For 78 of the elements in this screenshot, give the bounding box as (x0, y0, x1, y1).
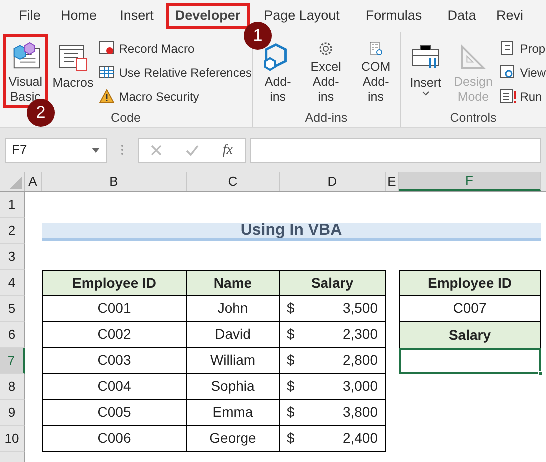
row-header[interactable]: 2 (0, 218, 25, 244)
ribbon-tab[interactable]: Developer (166, 3, 250, 29)
currency-sign: $ (287, 325, 295, 344)
cell-reference: F7 (12, 141, 28, 160)
select-all-icon[interactable] (10, 177, 22, 189)
table-cell: C002 (42, 322, 187, 348)
row-header[interactable]: 8 (0, 374, 25, 400)
salary-value: 3,800 (342, 403, 378, 422)
table-cell: William (187, 348, 280, 374)
salary-value: 3,500 (342, 299, 378, 318)
currency-sign: $ (287, 429, 295, 448)
row-header[interactable]: 4 (0, 270, 25, 296)
column-header[interactable]: D (280, 172, 386, 191)
table-cell: C005 (42, 400, 187, 426)
table-cell: C001 (42, 296, 187, 322)
salary-value: 3,000 (342, 377, 378, 396)
currency-sign: $ (287, 403, 295, 422)
name-box[interactable]: F7 (5, 138, 107, 162)
column-heading: Name (187, 270, 280, 296)
sheet-title: Using In VBA (42, 223, 541, 241)
ribbon-button[interactable]: Insert (404, 34, 448, 108)
ribbon-button[interactable]: Run (499, 86, 542, 108)
table-cell: Sophia (187, 374, 280, 400)
fill-handle[interactable] (538, 371, 543, 376)
currency-sign: $ (287, 351, 295, 370)
row-header[interactable]: 3 (0, 244, 25, 270)
group-label: Controls (450, 110, 497, 127)
row-header[interactable]: 5 (0, 296, 25, 322)
ribbon-button[interactable]: Use Relative References (98, 62, 252, 84)
insert-function-button[interactable]: fx (222, 140, 233, 160)
ribbon-tab[interactable]: Formulas (354, 3, 434, 29)
ribbon-tab[interactable]: Data (434, 3, 490, 29)
salary-value: 2,800 (342, 351, 378, 370)
group-label: Add-ins (305, 110, 348, 127)
currency-sign: $ (287, 299, 295, 318)
row-header[interactable]: 9 (0, 400, 25, 426)
table-cell: Emma (187, 400, 280, 426)
active-cell[interactable] (399, 348, 541, 374)
dropdown-icon (92, 148, 100, 152)
group-label: Code (111, 110, 141, 127)
salary-value: 2,400 (342, 429, 378, 448)
row-header[interactable]: 7 (0, 348, 25, 374)
ribbon-button[interactable]: Excel Add-ins (302, 34, 350, 108)
ribbon-button[interactable]: COM Add-ins (352, 34, 400, 108)
column-heading: Employee ID (399, 270, 541, 296)
table-cell: David (187, 322, 280, 348)
column-header[interactable]: B (42, 172, 187, 191)
row-header[interactable]: 1 (0, 192, 25, 218)
column-header[interactable]: A (25, 172, 42, 191)
column-heading: Salary (280, 270, 386, 296)
column-heading: Salary (399, 322, 541, 348)
ribbon-button[interactable]: Record Macro (98, 38, 195, 60)
ribbon-tab[interactable]: Insert (108, 3, 166, 29)
grip-icon (121, 144, 124, 156)
caret-icon (422, 91, 430, 96)
table-cell: George (187, 426, 280, 452)
ribbon-tab[interactable]: Home (50, 3, 108, 29)
document-icon (499, 88, 518, 106)
ribbon-button[interactable]: Macro Security (98, 86, 200, 108)
ribbon-button[interactable]: Prop (499, 38, 546, 60)
salary-value: 2,300 (342, 325, 378, 344)
ribbon-tab[interactable]: Revi (490, 3, 530, 29)
currency-sign: $ (287, 377, 295, 396)
table-cell: C004 (42, 374, 187, 400)
warning-icon (98, 88, 116, 106)
table-cell: C006 (42, 426, 187, 452)
row-header[interactable]: 6 (0, 322, 25, 348)
ribbon-tab[interactable]: File (10, 3, 50, 29)
row-header[interactable]: 10 (0, 426, 25, 452)
ribbon-button[interactable]: View (499, 62, 546, 84)
table-cell: C003 (42, 348, 187, 374)
column-header[interactable]: F (399, 172, 541, 191)
table-cell: John (187, 296, 280, 322)
formula-input[interactable] (250, 138, 541, 162)
check-icon[interactable] (186, 144, 199, 156)
column-heading: Employee ID (42, 270, 187, 296)
column-header[interactable]: C (187, 172, 280, 191)
cancel-icon[interactable] (150, 144, 162, 156)
